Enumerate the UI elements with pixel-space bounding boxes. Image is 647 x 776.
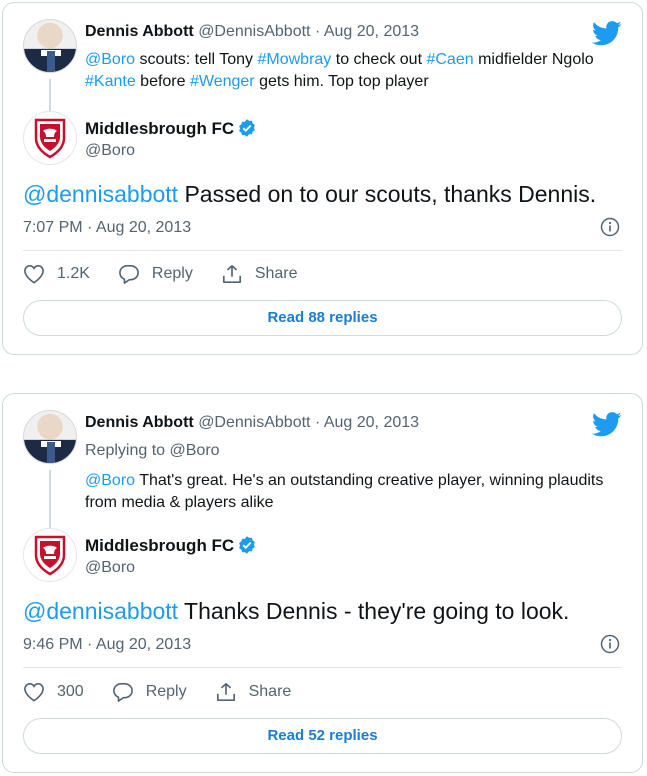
replying-to-prefix: Replying to	[85, 442, 170, 459]
read-replies-button[interactable]: Read 52 replies	[23, 718, 622, 754]
tweet-text-segment: before	[135, 73, 190, 90]
share-button[interactable]: Share	[215, 682, 292, 702]
separator-dot: ·	[314, 414, 321, 431]
main-author-name[interactable]: Middlesbrough FC	[85, 118, 257, 139]
quoted-tweet-text: @Boro scouts: tell Tony #Mowbray to chec…	[85, 49, 615, 93]
replying-to-handle[interactable]: @Boro	[170, 442, 220, 459]
divider	[23, 250, 622, 251]
reply-button[interactable]: Reply	[118, 264, 193, 284]
mention-link[interactable]: @Boro	[85, 472, 135, 489]
like-count: 300	[57, 683, 84, 700]
tweet-text-segment: That's great. He's an outstanding creati…	[85, 472, 604, 511]
share-label: Share	[254, 265, 298, 282]
twitter-bird-icon[interactable]	[592, 412, 622, 437]
tweet-text-segment: to check out	[331, 51, 427, 68]
quoted-author-handle[interactable]: @DennisAbbott	[198, 23, 310, 40]
reply-button[interactable]: Reply	[112, 682, 187, 702]
hashtag-link[interactable]: #Wenger	[190, 73, 255, 90]
main-author-handle[interactable]: @Boro	[85, 559, 135, 577]
hashtag-link[interactable]: #Caen	[426, 51, 473, 68]
reply-bubble-icon	[112, 683, 133, 702]
mention-link[interactable]: @Boro	[85, 51, 135, 68]
quoted-tweet-date[interactable]: Aug 20, 2013	[324, 23, 419, 40]
share-icon	[222, 265, 241, 283]
separator-dot: ·	[314, 23, 321, 40]
tweet-text-segment: gets him. Top top player	[254, 73, 429, 90]
reply-label: Reply	[151, 265, 193, 282]
dennis-abbott-avatar[interactable]	[23, 410, 77, 464]
tweet-embed-card: Dennis Abbott @DennisAbbott · Aug 20, 20…	[2, 393, 643, 773]
dennis-abbott-avatar[interactable]	[23, 19, 77, 73]
main-author-name[interactable]: Middlesbrough FC	[85, 535, 257, 556]
quoted-tweet-header: Dennis Abbott @DennisAbbott · Aug 20, 20…	[85, 414, 419, 432]
share-icon	[216, 683, 235, 701]
main-tweet-text: @dennisabbott Passed on to our scouts, t…	[23, 181, 596, 208]
main-author-name-text[interactable]: Middlesbrough FC	[85, 119, 234, 138]
replying-to: Replying to @Boro	[85, 442, 220, 460]
reply-bubble-icon	[119, 265, 139, 284]
share-label: Share	[248, 683, 292, 700]
divider	[23, 667, 622, 668]
verified-badge-icon	[239, 536, 256, 554]
quoted-author-name[interactable]: Dennis Abbott	[85, 414, 194, 431]
hashtag-link[interactable]: #Kante	[85, 73, 136, 90]
quoted-tweet-date[interactable]: Aug 20, 2013	[324, 414, 419, 431]
tweet-embed-card: Dennis Abbott @DennisAbbott · Aug 20, 20…	[2, 2, 643, 355]
like-button[interactable]: 300	[23, 682, 84, 702]
quoted-author-handle[interactable]: @DennisAbbott	[198, 414, 310, 431]
main-author-name-text[interactable]: Middlesbrough FC	[85, 536, 234, 555]
share-button[interactable]: Share	[221, 264, 298, 284]
tweet-text-segment: scouts: tell Tony	[135, 51, 258, 68]
info-icon[interactable]	[600, 217, 620, 237]
quoted-tweet-text: @Boro That's great. He's an outstanding …	[85, 470, 615, 514]
info-icon[interactable]	[600, 634, 620, 654]
thread-line	[49, 79, 51, 113]
tweet-actions: 300 Reply Share	[23, 682, 319, 702]
reply-label: Reply	[145, 683, 187, 700]
heart-icon	[24, 264, 44, 284]
tweet-actions: 1.2K Reply Share	[23, 264, 326, 284]
tweet-timestamp[interactable]: 7:07 PM · Aug 20, 2013	[23, 219, 191, 237]
twitter-bird-icon[interactable]	[592, 21, 622, 46]
tweet-text-segment: Passed on to our scouts, thanks Dennis.	[178, 181, 597, 207]
main-tweet-text: @dennisabbott Thanks Dennis - they're go…	[23, 598, 569, 625]
heart-icon	[24, 682, 44, 702]
thread-line	[49, 470, 51, 530]
mention-link[interactable]: @dennisabbott	[23, 181, 178, 207]
tweet-timestamp[interactable]: 9:46 PM · Aug 20, 2013	[23, 636, 191, 654]
like-button[interactable]: 1.2K	[23, 264, 90, 284]
read-replies-button[interactable]: Read 88 replies	[23, 300, 622, 336]
middlesbrough-crest-avatar[interactable]	[23, 528, 77, 582]
mention-link[interactable]: @dennisabbott	[23, 598, 178, 624]
like-count: 1.2K	[57, 265, 90, 282]
tweet-text-segment: Thanks Dennis - they're going to look.	[178, 598, 570, 624]
middlesbrough-crest-avatar[interactable]	[23, 111, 77, 165]
tweet-text-segment: midfielder Ngolo	[473, 51, 594, 68]
main-author-handle[interactable]: @Boro	[85, 142, 135, 160]
quoted-author-name[interactable]: Dennis Abbott	[85, 23, 194, 40]
hashtag-link[interactable]: #Mowbray	[257, 51, 331, 68]
verified-badge-icon	[239, 119, 256, 137]
quoted-tweet-header: Dennis Abbott @DennisAbbott · Aug 20, 20…	[85, 23, 419, 41]
